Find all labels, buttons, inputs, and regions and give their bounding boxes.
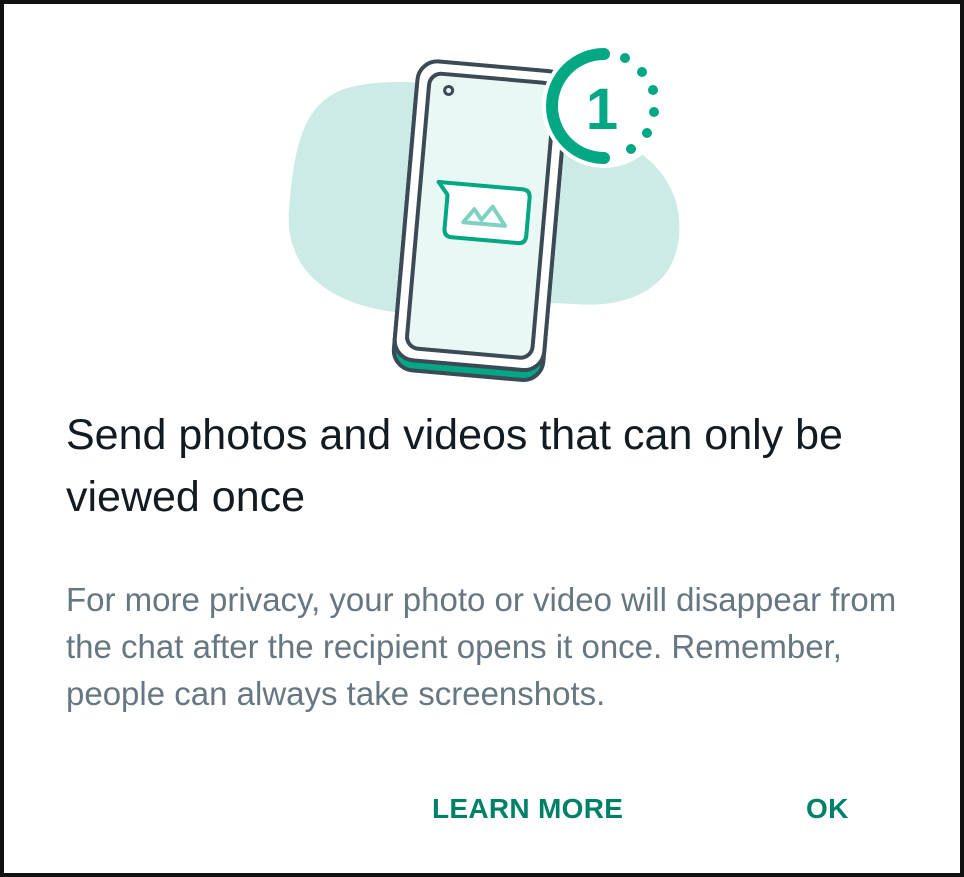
- dialog-body: For more privacy, your photo or video wi…: [66, 581, 897, 712]
- view-once-dialog: 1 Send photos and videos that can only b…: [0, 0, 964, 877]
- learn-more-button[interactable]: LEARN MORE: [432, 788, 623, 830]
- photo-message-icon: [436, 179, 532, 246]
- ok-button[interactable]: OK: [806, 788, 849, 830]
- view-once-illustration: 1: [288, 44, 680, 382]
- view-once-timer-icon: 1: [542, 44, 666, 168]
- timer-digit: 1: [586, 77, 618, 142]
- dialog-title: Send photos and videos that can only be …: [66, 411, 843, 521]
